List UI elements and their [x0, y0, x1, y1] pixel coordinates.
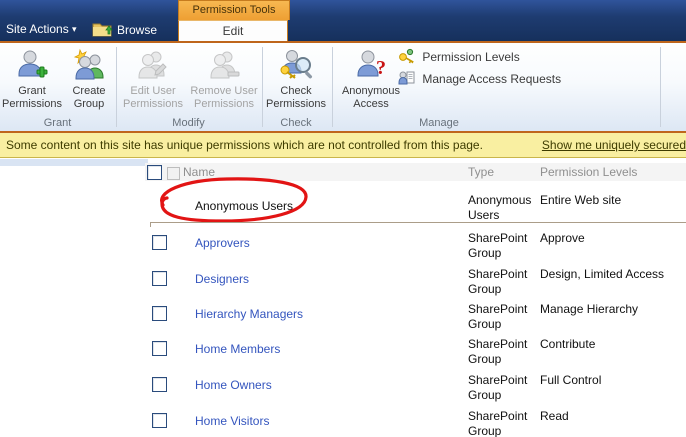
status-message: Some content on this site has unique per…: [6, 138, 483, 152]
row-name-link[interactable]: Hierarchy Managers: [195, 307, 303, 321]
permission-levels-label: Permission Levels: [422, 50, 520, 64]
table-header: Name Type Permission Levels: [145, 163, 686, 181]
site-actions-label: Site Actions: [6, 22, 69, 36]
table-separator-tick: [150, 222, 151, 227]
grant-permissions-button[interactable]: Grant Permissions: [1, 46, 63, 126]
check-permissions-label: Check Permissions: [266, 85, 326, 110]
create-group-icon: [63, 46, 115, 85]
row-permission: Contribute: [540, 337, 596, 351]
grant-permissions-icon: [1, 46, 63, 85]
row-checkbox[interactable]: [152, 235, 167, 250]
row-permission: Read: [540, 409, 569, 423]
grant-permissions-label: Grant Permissions: [2, 85, 62, 110]
row-type: Anonymous Users: [468, 193, 532, 222]
row-type: SharePoint Group: [468, 373, 528, 402]
svg-text:?: ?: [376, 57, 386, 79]
column-header-type[interactable]: Type: [468, 165, 494, 179]
anonymous-access-label: Anonymous Access: [341, 85, 401, 110]
row-checkbox[interactable]: [152, 271, 167, 286]
left-nav-strip: [0, 159, 148, 166]
permission-levels-icon: [398, 48, 415, 64]
site-actions-menu[interactable]: Site Actions ▾: [6, 22, 77, 36]
row-name: Anonymous Users: [195, 199, 294, 213]
row-checkbox[interactable]: [152, 377, 167, 392]
group-divider: [262, 47, 263, 127]
tab-edit[interactable]: Edit: [178, 20, 288, 41]
row-permission: Entire Web site: [540, 193, 622, 207]
row-permission: Approve: [540, 231, 585, 245]
table-row-approvers: Approvers SharePoint Group Approve: [145, 229, 686, 264]
ribbon-group-label-manage: Manage: [419, 117, 459, 129]
row-permission: Manage Hierarchy: [540, 302, 639, 316]
row-permission: Design, Limited Access: [540, 267, 665, 281]
row-name-link[interactable]: Designers: [195, 272, 249, 286]
anonymous-access-button[interactable]: ? Anonymous Access: [341, 46, 401, 126]
row-checkbox[interactable]: [152, 341, 167, 356]
remove-user-permissions-icon: [187, 46, 261, 85]
table-row-hierarchy-managers: Hierarchy Managers SharePoint Group Mana…: [145, 300, 686, 335]
remove-user-permissions-label: Remove User Permissions: [190, 85, 258, 110]
group-divider: [332, 47, 333, 127]
check-permissions-button[interactable]: Check Permissions: [264, 46, 328, 126]
edit-user-permissions-button[interactable]: Edit User Permissions: [119, 46, 187, 126]
create-group-button[interactable]: Create Group: [63, 46, 115, 126]
manage-access-requests-menu-item[interactable]: Manage Access Requests: [398, 70, 561, 88]
name-sort-checkbox-icon: [167, 167, 180, 180]
row-name-link[interactable]: Approvers: [195, 236, 250, 250]
column-header-permission-levels[interactable]: Permission Levels: [540, 165, 637, 179]
edit-user-permissions-label: Edit User Permissions: [123, 85, 183, 110]
row-type: SharePoint Group: [468, 267, 528, 296]
table-row-anonymous-users: Anonymous Users Anonymous Users Entire W…: [145, 181, 686, 222]
show-uniquely-secured-link[interactable]: Show me uniquely secured: [542, 138, 686, 152]
row-name-link[interactable]: Home Visitors: [195, 414, 269, 428]
select-all-checkbox[interactable]: [147, 165, 162, 180]
top-navigation-bar: Site Actions ▾ Browse Permission Tools E…: [0, 0, 686, 41]
table-row-home-visitors: Home Visitors SharePoint Group Read: [145, 407, 686, 437]
ribbon-group-label-grant: Grant: [43, 117, 72, 129]
row-type: SharePoint Group: [468, 231, 528, 260]
edit-user-permissions-icon: [119, 46, 187, 85]
create-group-label: Create Group: [72, 85, 106, 110]
manage-access-requests-label: Manage Access Requests: [422, 72, 562, 86]
ribbon-group-label-modify: Modify: [172, 117, 205, 129]
chevron-down-icon: ▾: [72, 24, 77, 34]
row-type: SharePoint Group: [468, 302, 528, 331]
ribbon-group-label-check: Check: [280, 117, 312, 129]
manage-access-requests-icon: [398, 70, 415, 86]
check-permissions-icon: [264, 46, 328, 85]
row-permission: Full Control: [540, 373, 602, 387]
row-checkbox[interactable]: [152, 306, 167, 321]
permission-levels-menu-item[interactable]: Permission Levels: [398, 48, 520, 66]
table-row-home-owners: Home Owners SharePoint Group Full Contro…: [145, 371, 686, 406]
row-name-link[interactable]: Home Owners: [195, 378, 272, 392]
row-type: SharePoint Group: [468, 337, 528, 366]
anonymous-access-icon: ?: [341, 46, 401, 85]
row-checkbox[interactable]: [152, 413, 167, 428]
contextual-tab-group-permission-tools: Permission Tools: [178, 0, 290, 20]
row-name-link[interactable]: Home Members: [195, 342, 280, 356]
status-bar: Some content on this site has unique per…: [0, 133, 686, 158]
group-divider: [660, 47, 661, 127]
row-type: SharePoint Group: [468, 409, 528, 437]
table-row-home-members: Home Members SharePoint Group Contribute: [145, 335, 686, 370]
remove-user-permissions-button[interactable]: Remove User Permissions: [187, 46, 261, 126]
table-row-designers: Designers SharePoint Group Design, Limit…: [145, 265, 686, 300]
group-divider: [116, 47, 117, 127]
tab-browse[interactable]: Browse: [108, 20, 166, 41]
sharepoint-permissions-page: Site Actions ▾ Browse Permission Tools E…: [0, 0, 686, 437]
table-separator-line: [150, 222, 686, 223]
ribbon: Grant Permissions Create Group Edit User…: [0, 43, 686, 131]
column-header-name[interactable]: Name: [183, 165, 215, 179]
